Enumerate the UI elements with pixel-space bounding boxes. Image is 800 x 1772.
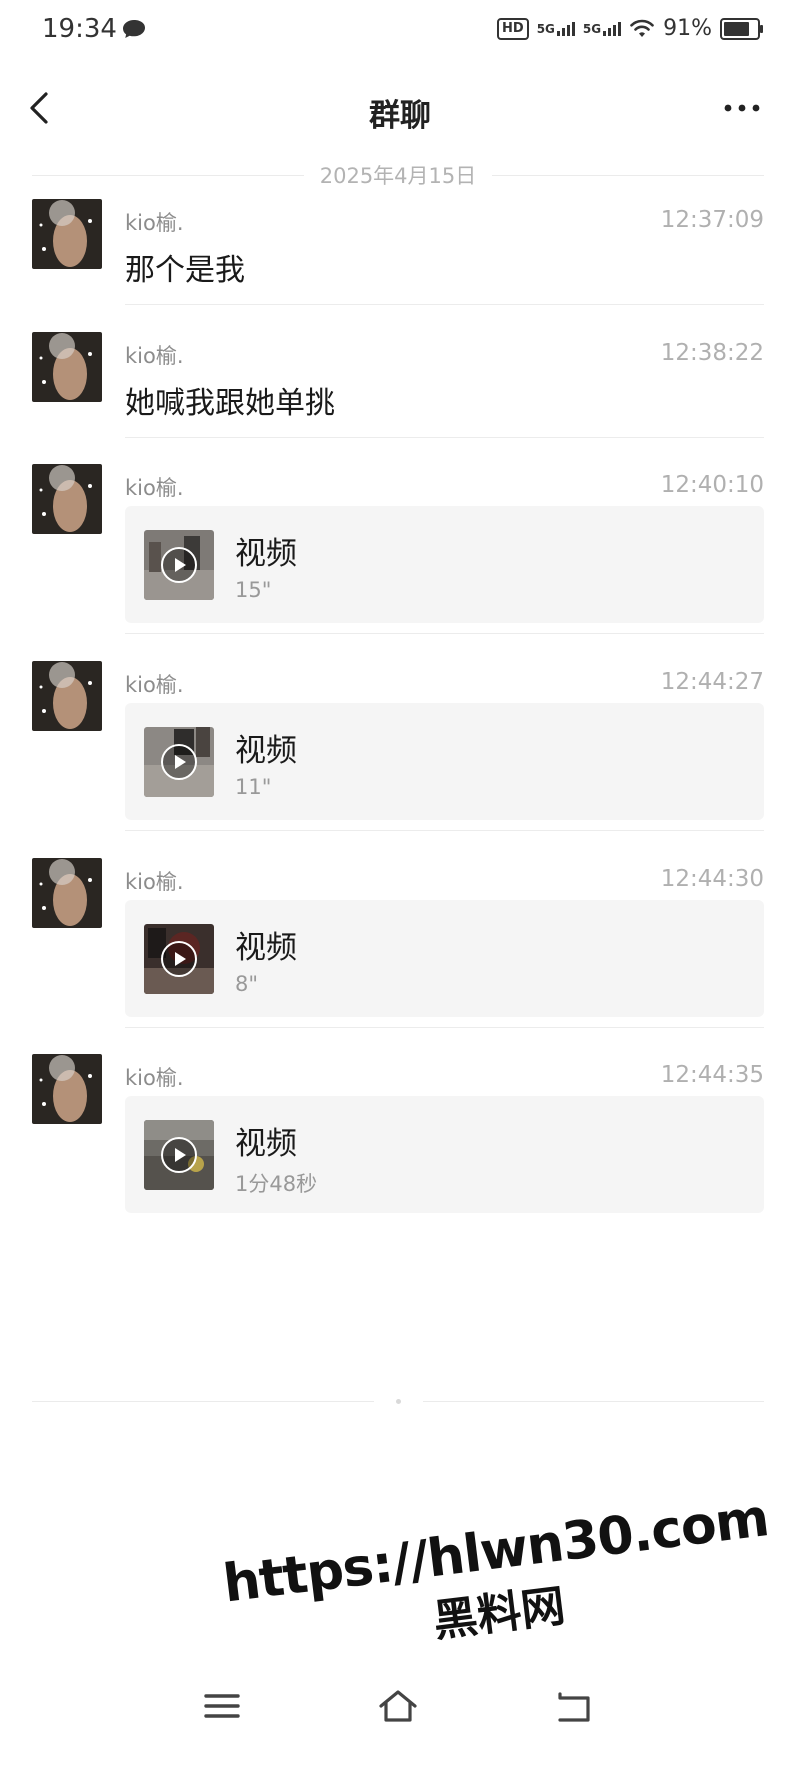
status-time: 19:34 <box>42 14 117 44</box>
sender-name: kio榆. <box>125 870 184 894</box>
message-time: 12:44:27 <box>660 669 764 695</box>
sender-name: kio榆. <box>125 476 184 500</box>
video-thumbnail[interactable] <box>144 924 214 994</box>
video-title: 视频 <box>235 733 297 769</box>
battery-percent: 91% <box>663 16 712 41</box>
home-icon[interactable] <box>376 1686 420 1726</box>
video-duration: 8" <box>235 972 259 996</box>
page-title: 群聊 <box>369 98 431 134</box>
sender-name: kio榆. <box>125 673 184 697</box>
video-title: 视频 <box>235 930 297 966</box>
video-message-card[interactable]: 视频 8" <box>125 900 764 1017</box>
message-separator <box>125 1027 764 1028</box>
play-icon <box>161 941 197 977</box>
message-time: 12:37:09 <box>660 207 764 233</box>
divider-dot <box>395 1398 401 1404</box>
message-separator <box>125 830 764 831</box>
end-divider <box>32 1396 764 1406</box>
network-label-2: 5G <box>582 21 602 36</box>
message-separator <box>125 437 764 438</box>
avatar[interactable] <box>32 332 102 402</box>
video-title: 视频 <box>235 536 297 572</box>
return-icon[interactable] <box>552 1686 596 1726</box>
avatar[interactable] <box>32 199 102 269</box>
play-icon <box>161 1137 197 1173</box>
message-bubble-icon <box>123 20 145 38</box>
message-time: 12:40:10 <box>660 472 764 498</box>
video-message-card[interactable]: 视频 11" <box>125 703 764 820</box>
wifi-icon <box>630 19 654 37</box>
network-label-1: 5G <box>536 21 555 36</box>
status-bar: 19:34 HD 5G 5G 91% <box>0 0 800 62</box>
video-message-card[interactable]: 视频 1分48秒 <box>125 1096 764 1213</box>
avatar[interactable] <box>32 1054 102 1124</box>
divider-line <box>422 1400 764 1402</box>
more-icon[interactable] <box>722 94 762 122</box>
video-thumbnail[interactable] <box>144 1120 214 1190</box>
divider-line <box>32 1400 374 1402</box>
sender-name: kio榆. <box>125 344 184 368</box>
system-nav-bar <box>0 1670 800 1750</box>
divider-line <box>492 174 764 176</box>
avatar[interactable] <box>32 661 102 731</box>
signal-bars-icon <box>603 21 622 36</box>
message-separator <box>125 304 764 305</box>
message-time: 12:38:22 <box>660 340 764 366</box>
video-title: 视频 <box>235 1126 297 1162</box>
menu-icon[interactable] <box>200 1686 244 1726</box>
divider-line <box>32 174 304 176</box>
video-thumbnail[interactable] <box>144 727 214 797</box>
hd-badge: HD <box>497 17 529 40</box>
avatar[interactable] <box>32 464 102 534</box>
message-text: 那个是我 <box>125 253 245 288</box>
message-text: 她喊我跟她单挑 <box>125 386 335 421</box>
watermark: https://hlwn30.com 黑料网 <box>220 1488 772 1674</box>
status-icons: HD 5G 5G 91% <box>497 16 763 41</box>
date-divider: 2025年4月15日 <box>32 160 764 190</box>
signal-1: 5G <box>536 21 575 36</box>
date-label: 2025年4月15日 <box>319 164 477 188</box>
play-icon <box>161 547 197 583</box>
video-duration: 1分48秒 <box>235 1172 318 1196</box>
sender-name: kio榆. <box>125 211 184 235</box>
title-bar: 群聊 <box>0 72 800 148</box>
message-time: 12:44:30 <box>660 866 764 892</box>
battery-icon <box>720 17 763 40</box>
avatar[interactable] <box>32 858 102 928</box>
video-message-card[interactable]: 视频 15" <box>125 506 764 623</box>
message-separator <box>125 633 764 634</box>
video-duration: 11" <box>235 775 272 799</box>
video-duration: 15" <box>235 578 272 602</box>
play-icon <box>161 744 197 780</box>
signal-bars-icon <box>556 21 575 36</box>
sender-name: kio榆. <box>125 1066 184 1090</box>
message-time: 12:44:35 <box>660 1062 764 1088</box>
signal-2: 5G <box>582 21 622 36</box>
video-thumbnail[interactable] <box>144 530 214 600</box>
